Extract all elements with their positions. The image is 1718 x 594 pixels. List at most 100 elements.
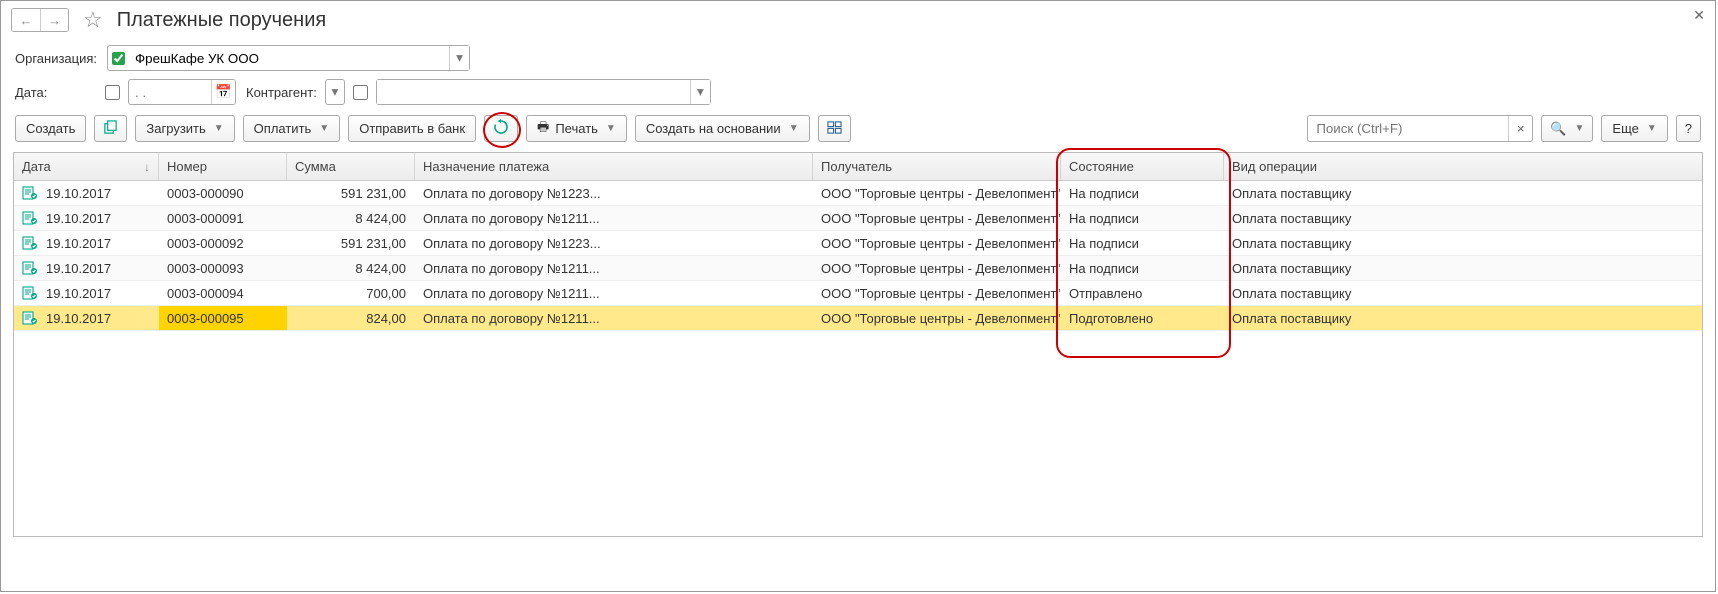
cell-sum: 824,00 — [287, 306, 415, 330]
cell-op: Оплата поставщику — [1224, 281, 1702, 305]
app-window: ← → ☆ Платежные поручения ✕ Организация:… — [0, 0, 1716, 592]
counterparty-type-dropdown[interactable]: ▾ — [325, 79, 345, 105]
col-purpose[interactable]: Назначение платежа — [415, 153, 813, 180]
pay-button[interactable]: Оплатить▼ — [243, 115, 341, 142]
cell-purpose: Оплата по договору №1211... — [415, 281, 813, 305]
col-recipient[interactable]: Получатель — [813, 153, 1061, 180]
nav-arrows: ← → — [11, 8, 69, 32]
copy-button[interactable] — [94, 115, 127, 142]
favorite-star-icon[interactable]: ☆ — [83, 7, 103, 33]
cell-date: 19.10.2017 — [14, 306, 159, 330]
table-body: 19.10.20170003-000090591 231,00Оплата по… — [14, 181, 1702, 331]
cell-number: 0003-000095 — [159, 306, 287, 330]
cell-date: 19.10.2017 — [14, 206, 159, 230]
sort-asc-icon: ↓ — [144, 160, 150, 174]
date-input[interactable] — [129, 85, 211, 100]
cell-purpose: Оплата по договору №1223... — [415, 231, 813, 255]
document-icon — [22, 311, 38, 325]
pay-button-label: Оплатить — [254, 121, 312, 136]
org-input[interactable] — [129, 46, 449, 70]
cell-recipient: ООО "Торговые центры - Девелопмент" — [813, 256, 1061, 280]
col-sum[interactable]: Сумма — [287, 153, 415, 180]
cell-state: Отправлено — [1061, 281, 1224, 305]
cell-op: Оплата поставщику — [1224, 306, 1702, 330]
counterparty-dropdown-button[interactable]: ▾ — [690, 80, 710, 104]
send-button-label: Отправить в банк — [359, 121, 465, 136]
help-button[interactable]: ? — [1676, 115, 1701, 142]
table-row[interactable]: 19.10.20170003-000090591 231,00Оплата по… — [14, 181, 1702, 206]
refresh-button[interactable] — [484, 115, 518, 142]
search-clear-button[interactable]: × — [1508, 116, 1532, 141]
org-dropdown-button[interactable]: ▾ — [449, 46, 469, 70]
chevron-down-icon: ▼ — [789, 123, 799, 134]
org-enabled-checkbox[interactable] — [112, 52, 125, 65]
cell-recipient: ООО "Торговые центры - Девелопмент" — [813, 231, 1061, 255]
close-icon[interactable]: ✕ — [1693, 7, 1705, 24]
print-button-label: Печать — [555, 121, 598, 136]
cell-sum: 700,00 — [287, 281, 415, 305]
table-row[interactable]: 19.10.20170003-0000918 424,00Оплата по д… — [14, 206, 1702, 231]
cell-date: 19.10.2017 — [14, 231, 159, 255]
create-button[interactable]: Создать — [15, 115, 86, 142]
create-on-label: Создать на основании — [646, 121, 781, 136]
document-icon — [22, 211, 38, 225]
send-to-bank-button[interactable]: Отправить в банк — [348, 115, 476, 142]
chevron-down-icon: ▼ — [214, 123, 224, 134]
cell-op: Оплата поставщику — [1224, 181, 1702, 205]
registry-button[interactable] — [818, 115, 851, 142]
cell-op: Оплата поставщику — [1224, 256, 1702, 280]
col-operation[interactable]: Вид операции — [1224, 153, 1702, 180]
date-label: Дата: — [15, 85, 97, 100]
cell-op: Оплата поставщику — [1224, 206, 1702, 230]
nav-back-button[interactable]: ← — [12, 9, 40, 31]
nav-forward-button[interactable]: → — [40, 9, 68, 31]
document-icon — [22, 236, 38, 250]
cell-state: На подписи — [1061, 231, 1224, 255]
table-row[interactable]: 19.10.20170003-000092591 231,00Оплата по… — [14, 231, 1702, 256]
printer-icon: 🖶 — [537, 118, 549, 140]
header: ← → ☆ Платежные поручения ✕ — [1, 1, 1715, 39]
col-state[interactable]: Состояние — [1061, 153, 1224, 180]
counterparty-input[interactable] — [377, 80, 690, 104]
table: Дата↓ Номер Сумма Назначение платежа Пол… — [13, 152, 1703, 537]
cell-sum: 591 231,00 — [287, 231, 415, 255]
toolbar: Создать Загрузить▼ Оплатить▼ Отправить в… — [1, 113, 1715, 152]
col-number[interactable]: Номер — [159, 153, 287, 180]
page-title: Платежные поручения — [117, 9, 326, 32]
table-header: Дата↓ Номер Сумма Назначение платежа Пол… — [14, 153, 1702, 181]
cell-number: 0003-000092 — [159, 231, 287, 255]
table-row[interactable]: 19.10.20170003-000094700,00Оплата по дог… — [14, 281, 1702, 306]
counterparty-input-wrap: ▾ — [376, 79, 711, 105]
more-button[interactable]: Еще▼ — [1601, 115, 1667, 142]
cell-date: 19.10.2017 — [14, 181, 159, 205]
cell-sum: 8 424,00 — [287, 256, 415, 280]
print-button[interactable]: 🖶 Печать ▼ — [526, 115, 627, 142]
cell-recipient: ООО "Торговые центры - Девелопмент" — [813, 306, 1061, 330]
counterparty-enabled-checkbox[interactable] — [353, 85, 368, 100]
table-row[interactable]: 19.10.20170003-0000938 424,00Оплата по д… — [14, 256, 1702, 281]
cell-state: На подписи — [1061, 206, 1224, 230]
cell-number: 0003-000090 — [159, 181, 287, 205]
more-button-label: Еще — [1612, 121, 1638, 136]
copy-icon — [103, 120, 118, 138]
load-button[interactable]: Загрузить▼ — [135, 115, 234, 142]
table-row[interactable]: 19.10.20170003-000095824,00Оплата по дог… — [14, 306, 1702, 331]
cell-recipient: ООО "Торговые центры - Девелопмент" — [813, 281, 1061, 305]
date-enabled-checkbox[interactable] — [105, 85, 120, 100]
filter-date-row: Дата: 📅 Контрагент: ▾ ▾ — [1, 77, 1715, 113]
chevron-down-icon: ▼ — [606, 123, 616, 134]
search-input[interactable] — [1308, 121, 1508, 136]
cell-purpose: Оплата по договору №1223... — [415, 181, 813, 205]
document-icon — [22, 286, 38, 300]
filter-org-row: Организация: ▾ — [1, 39, 1715, 77]
chevron-down-icon: ▼ — [1575, 123, 1585, 134]
search-button[interactable]: 🔍▼ — [1541, 115, 1593, 142]
registry-icon — [827, 120, 842, 138]
cell-state: На подписи — [1061, 181, 1224, 205]
document-icon — [22, 261, 38, 275]
col-date[interactable]: Дата↓ — [14, 153, 159, 180]
cell-purpose: Оплата по договору №1211... — [415, 256, 813, 280]
calendar-icon[interactable]: 📅 — [211, 80, 235, 104]
cell-purpose: Оплата по договору №1211... — [415, 206, 813, 230]
create-on-basis-button[interactable]: Создать на основании ▼ — [635, 115, 810, 142]
